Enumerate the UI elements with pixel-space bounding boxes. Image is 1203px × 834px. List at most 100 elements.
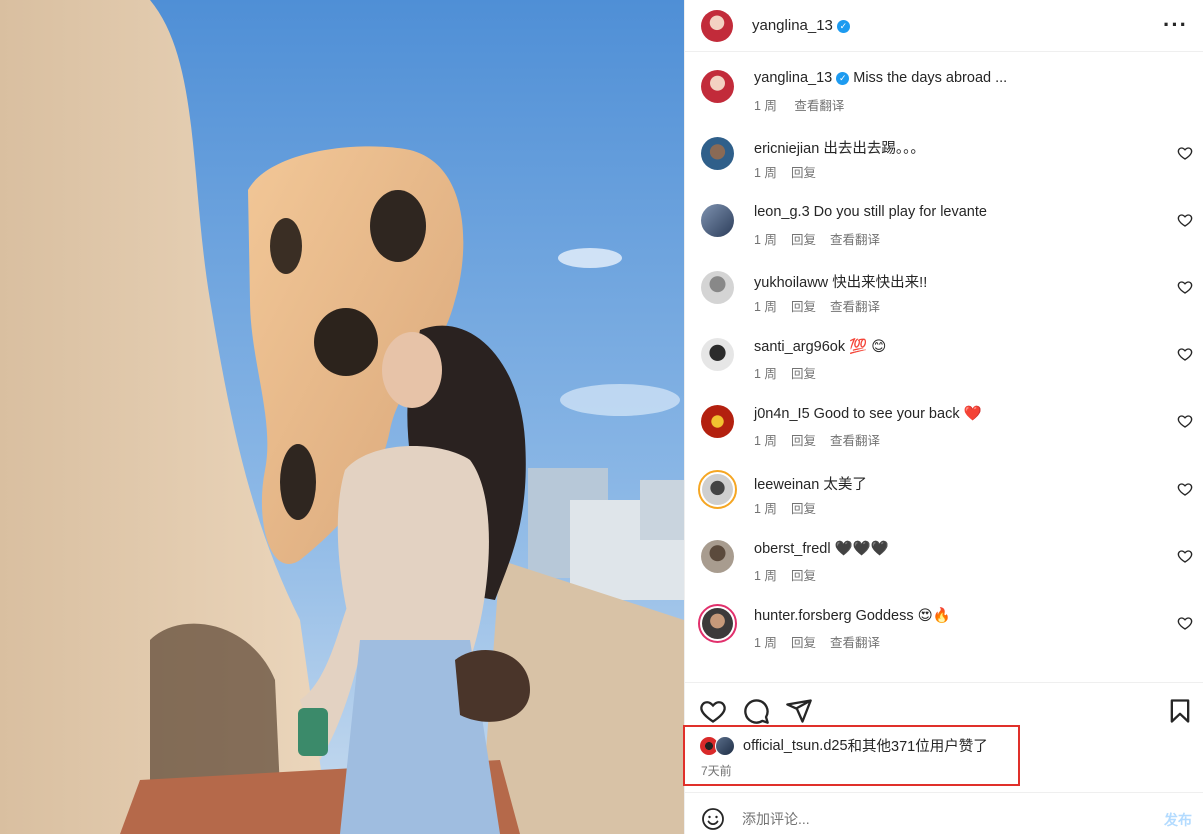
comment-time: 1 周 bbox=[754, 166, 777, 180]
commenter-username[interactable]: santi_arg96ok bbox=[754, 339, 845, 355]
comment-row: ericniejian 出去出去踢。。。 1 周回复 bbox=[685, 135, 1203, 195]
comment-body: 快出来快出来!! bbox=[832, 275, 928, 291]
post-header: yanglina_13 ✓ ··· bbox=[685, 0, 1203, 52]
comment-body: Good to see your back ❤️ bbox=[813, 406, 982, 422]
like-comment-heart-icon[interactable] bbox=[1177, 346, 1193, 362]
more-options-icon[interactable]: ··· bbox=[1163, 12, 1188, 38]
comment-body: Goddess 😍🔥 bbox=[855, 608, 951, 624]
comment-text: leon_g.3 Do you still play for levante bbox=[754, 204, 987, 220]
comment-row: j0n4n_I5 Good to see your back ❤️ 1 周回复查… bbox=[685, 403, 1203, 463]
commenter-username[interactable]: leon_g.3 bbox=[754, 204, 810, 220]
comment-body: Do you still play for levante bbox=[813, 204, 987, 220]
likes-user[interactable]: official_tsun.d25 bbox=[743, 738, 848, 754]
like-comment-heart-icon[interactable] bbox=[1177, 279, 1193, 295]
comment-row: leon_g.3 Do you still play for levante 1… bbox=[685, 202, 1203, 262]
reply-link[interactable]: 回复 bbox=[791, 569, 816, 583]
comment-meta: 1 周回复 查看翻译 bbox=[754, 229, 894, 248]
like-comment-heart-icon[interactable] bbox=[1177, 413, 1193, 429]
comments-list[interactable]: yanglina_13 ✓ Miss the days abroad ... 1 … bbox=[685, 53, 1203, 681]
comment-row: hunter.forsberg Goddess 😍🔥 1 周回复 查看翻译 bbox=[685, 604, 1203, 665]
translate-link[interactable]: 查看翻译 bbox=[830, 233, 880, 247]
comment-time: 1 周 bbox=[754, 434, 777, 448]
commenter-avatar-story-ring[interactable] bbox=[698, 470, 737, 509]
commenter-avatar-story-ring[interactable] bbox=[698, 604, 737, 643]
likes-count-text[interactable]: 和其他371位用户赞了 bbox=[848, 735, 988, 756]
liker-avatar bbox=[715, 735, 735, 756]
author-avatar[interactable] bbox=[701, 9, 733, 42]
caption-author-username[interactable]: yanglina_13 bbox=[754, 70, 832, 86]
share-send-icon[interactable] bbox=[785, 697, 813, 725]
commenter-avatar[interactable] bbox=[702, 608, 733, 639]
liker-avatars bbox=[699, 735, 739, 756]
emoji-smiley-icon[interactable] bbox=[701, 807, 725, 831]
comment-meta: 1 周回复 查看翻译 bbox=[754, 632, 894, 651]
commenter-username[interactable]: leeweinan bbox=[754, 477, 819, 493]
post-image bbox=[0, 0, 684, 834]
author-username[interactable]: yanglina_13 ✓ bbox=[752, 17, 850, 34]
comment-time: 1 周 bbox=[754, 300, 777, 314]
comment-meta: 1 周回复 bbox=[754, 565, 844, 584]
reply-link[interactable]: 回复 bbox=[791, 300, 816, 314]
commenter-avatar[interactable] bbox=[701, 204, 734, 237]
comment-text: yukhoilaww 快出来快出来!! bbox=[754, 271, 927, 292]
comment-meta: 1 周回复 bbox=[754, 363, 844, 382]
comment-text: j0n4n_I5 Good to see your back ❤️ bbox=[754, 405, 982, 422]
comment-time: 1 周 bbox=[754, 569, 777, 583]
comment-text: leeweinan 太美了 bbox=[754, 473, 867, 494]
reply-link[interactable]: 回复 bbox=[791, 166, 816, 180]
reply-link[interactable]: 回复 bbox=[791, 367, 816, 381]
like-comment-heart-icon[interactable] bbox=[1177, 481, 1193, 497]
verified-badge-icon: ✓ bbox=[836, 71, 850, 85]
comment-time: 1 周 bbox=[754, 233, 777, 247]
commenter-username[interactable]: oberst_fredl bbox=[754, 541, 831, 557]
like-heart-icon[interactable] bbox=[699, 697, 727, 725]
commenter-username[interactable]: ericniejian bbox=[754, 141, 819, 157]
commenter-avatar[interactable] bbox=[701, 338, 734, 371]
comment-row: yukhoilaww 快出来快出来!! 1 周回复 查看翻译 bbox=[685, 269, 1203, 329]
comment-body: 🖤🖤🖤 bbox=[834, 541, 889, 557]
comment-row: santi_arg96ok 💯 😊 1 周回复 bbox=[685, 336, 1203, 396]
comment-time: 1 周 bbox=[754, 636, 777, 650]
comment-body: 💯 😊 bbox=[849, 339, 887, 355]
comment-row: oberst_fredl 🖤🖤🖤 1 周回复 bbox=[685, 538, 1203, 598]
comment-text: ericniejian 出去出去踢。。。 bbox=[754, 137, 925, 158]
caption-row: yanglina_13 ✓ Miss the days abroad ... 1 … bbox=[685, 68, 1203, 128]
commenter-avatar[interactable] bbox=[701, 405, 734, 438]
reply-link[interactable]: 回复 bbox=[791, 434, 816, 448]
translate-link[interactable]: 查看翻译 bbox=[830, 434, 880, 448]
likes-highlight-box: official_tsun.d25 和其他371位用户赞了 7天前 bbox=[683, 725, 1020, 786]
comment-meta: 1 周回复 bbox=[754, 498, 844, 517]
comment-input[interactable] bbox=[742, 805, 1142, 833]
reply-link[interactable]: 回复 bbox=[791, 636, 816, 650]
translate-link[interactable]: 查看翻译 bbox=[830, 300, 880, 314]
commenter-username[interactable]: yukhoilaww bbox=[754, 275, 828, 291]
commenter-username[interactable]: j0n4n_I5 bbox=[754, 406, 810, 422]
reply-link[interactable]: 回复 bbox=[791, 233, 816, 247]
commenter-avatar[interactable] bbox=[701, 137, 734, 170]
like-comment-heart-icon[interactable] bbox=[1177, 548, 1193, 564]
reply-link[interactable]: 回复 bbox=[791, 502, 816, 516]
post-comment-button[interactable]: 发布 bbox=[1164, 810, 1192, 830]
comment-text: oberst_fredl 🖤🖤🖤 bbox=[754, 540, 889, 557]
author-username-text[interactable]: yanglina_13 bbox=[752, 17, 833, 34]
translate-link[interactable]: 查看翻译 bbox=[830, 636, 880, 650]
commenter-avatar[interactable] bbox=[702, 474, 733, 505]
caption-text: yanglina_13 ✓ Miss the days abroad ... bbox=[754, 70, 1007, 86]
caption-translate-link[interactable]: 查看翻译 bbox=[794, 99, 844, 113]
likes-summary[interactable]: official_tsun.d25 和其他371位用户赞了 bbox=[699, 735, 988, 756]
caption-time: 1 周 bbox=[754, 99, 777, 113]
comment-row: leeweinan 太美了 1 周回复 bbox=[685, 470, 1203, 531]
like-comment-heart-icon[interactable] bbox=[1177, 615, 1193, 631]
commenter-avatar[interactable] bbox=[701, 271, 734, 304]
comment-bubble-icon[interactable] bbox=[742, 697, 770, 725]
commenter-avatar[interactable] bbox=[701, 540, 734, 573]
caption-author-avatar[interactable] bbox=[701, 70, 734, 103]
comment-meta: 1 周回复 查看翻译 bbox=[754, 430, 894, 449]
save-bookmark-icon[interactable] bbox=[1166, 697, 1194, 725]
commenter-username[interactable]: hunter.forsberg bbox=[754, 608, 852, 624]
like-comment-heart-icon[interactable] bbox=[1177, 212, 1193, 228]
caption-body: Miss the days abroad ... bbox=[853, 70, 1008, 86]
post-actions-bar: official_tsun.d25 和其他371位用户赞了 7天前 bbox=[683, 682, 1203, 792]
like-comment-heart-icon[interactable] bbox=[1177, 145, 1193, 161]
post-side-panel: yanglina_13 ✓ ··· yanglina_13 ✓ Miss the d… bbox=[683, 0, 1203, 834]
